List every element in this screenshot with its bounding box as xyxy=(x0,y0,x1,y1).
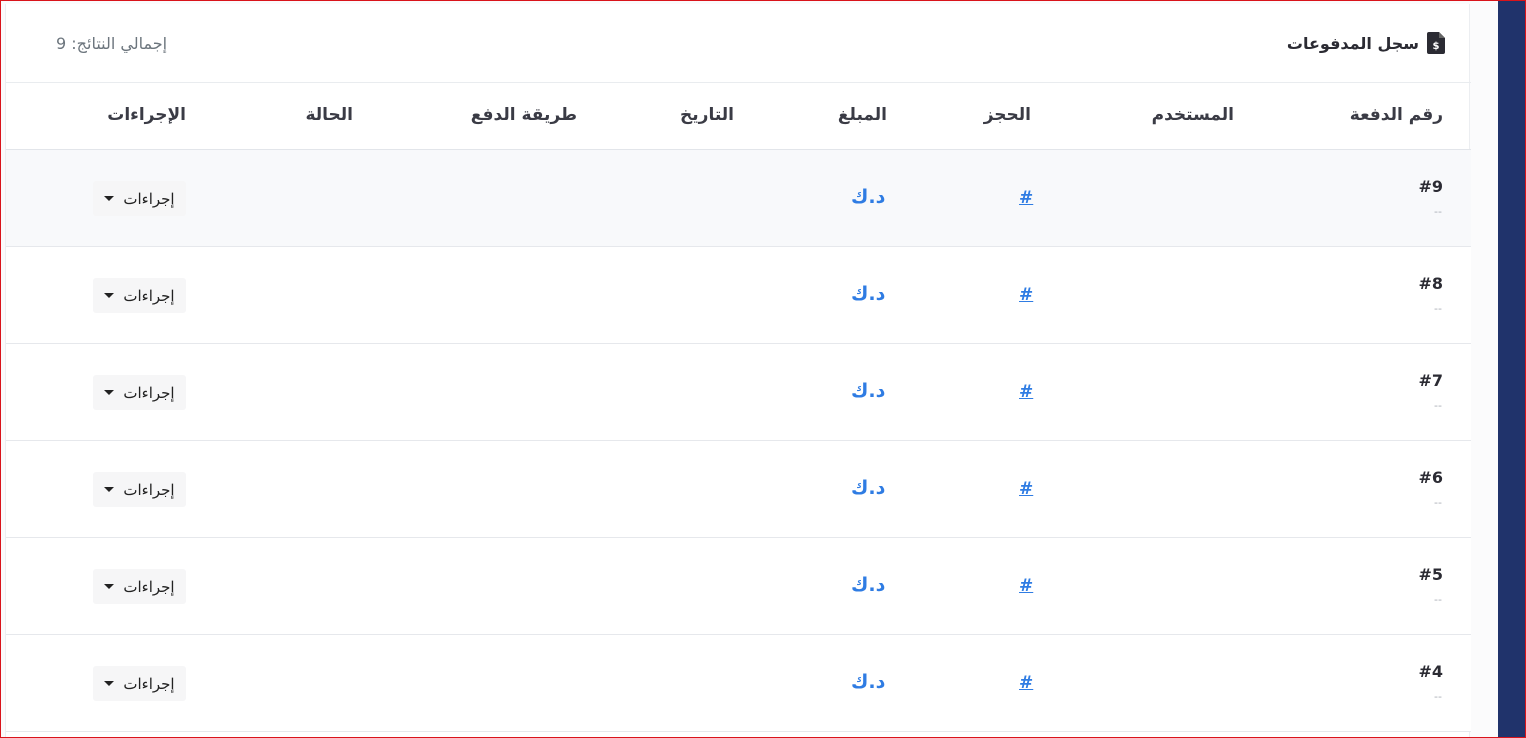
booking-link[interactable]: # xyxy=(1019,382,1033,402)
booking-link[interactable]: # xyxy=(1019,479,1033,499)
caret-down-icon xyxy=(104,584,115,589)
booking-link[interactable]: # xyxy=(1019,576,1033,596)
table-row[interactable]: #7 -- # د.ك إجراءات xyxy=(6,344,1471,441)
table-row[interactable]: #8 -- # د.ك إجراءات xyxy=(6,247,1471,344)
card-header: سجل المدفوعات $ إجمالي النتائج: 9 xyxy=(6,4,1471,83)
actions-dropdown-button[interactable]: إجراءات xyxy=(93,569,186,604)
window-frame: سجل المدفوعات $ إجمالي النتائج: 9 رقم ال… xyxy=(0,0,1526,738)
actions-dropdown-button[interactable]: إجراءات xyxy=(93,666,186,701)
booking-link[interactable]: # xyxy=(1019,673,1033,693)
actions-label: إجراءات xyxy=(123,578,175,596)
actions-dropdown-button[interactable]: إجراءات xyxy=(93,375,186,410)
actions-label: إجراءات xyxy=(123,481,175,499)
payment-subtext: -- xyxy=(1434,399,1442,412)
amount-value: د.ك xyxy=(851,186,886,208)
actions-label: إجراءات xyxy=(123,675,175,693)
column-header-date: التاريخ xyxy=(680,105,734,125)
payment-id: #4 xyxy=(1418,662,1443,681)
column-header-actions: الإجراءات xyxy=(107,105,186,125)
svg-text:$: $ xyxy=(1433,41,1440,52)
payment-subtext: -- xyxy=(1434,593,1442,606)
page-title: سجل المدفوعات xyxy=(1286,33,1419,53)
payment-id: #6 xyxy=(1418,468,1443,487)
payment-subtext: -- xyxy=(1434,496,1442,509)
caret-down-icon xyxy=(104,196,115,201)
booking-link[interactable]: # xyxy=(1019,188,1033,208)
payment-id: #8 xyxy=(1418,274,1443,293)
caret-down-icon xyxy=(104,487,115,492)
actions-label: إجراءات xyxy=(123,287,175,305)
card-title: سجل المدفوعات $ xyxy=(1287,32,1445,54)
payment-id: #5 xyxy=(1418,565,1443,584)
sidebar-edge xyxy=(1498,1,1525,737)
payment-subtext: -- xyxy=(1434,205,1442,218)
column-header-payment-method: طريقة الدفع xyxy=(470,105,577,125)
table-row[interactable]: #6 -- # د.ك إجراءات xyxy=(6,441,1471,538)
payments-card: سجل المدفوعات $ إجمالي النتائج: 9 رقم ال… xyxy=(5,4,1471,737)
payment-subtext: -- xyxy=(1434,690,1442,703)
column-header-status: الحالة xyxy=(305,105,353,125)
table-row[interactable]: #4 -- # د.ك إجراءات xyxy=(6,635,1471,732)
column-header-amount: المبلغ xyxy=(837,105,887,125)
amount-value: د.ك xyxy=(851,671,886,693)
actions-dropdown-button[interactable]: إجراءات xyxy=(93,472,186,507)
actions-dropdown-button[interactable]: إجراءات xyxy=(93,278,186,313)
column-header-booking: الحجز xyxy=(983,105,1031,125)
caret-down-icon xyxy=(104,293,115,298)
actions-label: إجراءات xyxy=(123,190,175,208)
actions-dropdown-button[interactable]: إجراءات xyxy=(93,181,186,216)
column-header-user: المستخدم xyxy=(1151,105,1234,125)
file-invoice-dollar-icon: $ xyxy=(1427,32,1445,54)
total-results-count: إجمالي النتائج: 9 xyxy=(56,34,168,53)
table-header: رقم الدفعة المستخدم الحجز المبلغ التاريخ… xyxy=(6,83,1471,150)
amount-value: د.ك xyxy=(851,283,886,305)
payment-subtext: -- xyxy=(1434,302,1442,315)
column-header-payment-id: رقم الدفعة xyxy=(1349,105,1443,125)
payment-id: #9 xyxy=(1418,177,1443,196)
booking-link[interactable]: # xyxy=(1019,285,1033,305)
table-row[interactable]: #9 -- # د.ك إجراءات xyxy=(6,150,1471,247)
amount-value: د.ك xyxy=(851,380,886,402)
table-row[interactable]: #5 -- # د.ك إجراءات xyxy=(6,538,1471,635)
payment-id: #7 xyxy=(1418,371,1443,390)
caret-down-icon xyxy=(104,681,115,686)
amount-value: د.ك xyxy=(851,477,886,499)
actions-label: إجراءات xyxy=(123,384,175,402)
amount-value: د.ك xyxy=(851,574,886,596)
caret-down-icon xyxy=(104,390,115,395)
